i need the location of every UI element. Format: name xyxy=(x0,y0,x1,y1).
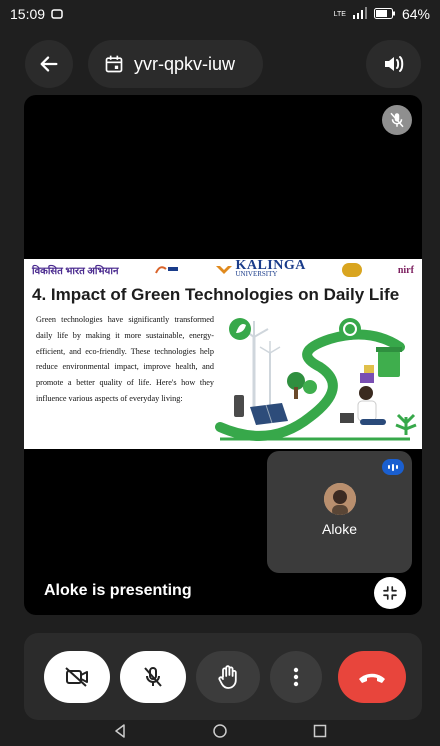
camera-off-icon xyxy=(65,667,88,687)
end-call-icon xyxy=(359,673,385,683)
logo-partner xyxy=(154,263,180,278)
nav-home-button[interactable] xyxy=(213,723,227,743)
call-controls xyxy=(24,633,422,720)
arrow-left-icon xyxy=(40,56,58,72)
raise-hand-icon xyxy=(218,665,237,689)
system-nav-bar xyxy=(0,720,440,746)
mic-off-icon xyxy=(144,667,162,687)
nav-recents-button[interactable] xyxy=(313,724,327,743)
slide-title: 4. Impact of Green Technologies on Daily… xyxy=(32,285,400,304)
network-badge: LTE xyxy=(333,10,346,18)
status-bar: 15:09 LTE 64% xyxy=(0,0,440,28)
audio-output-button[interactable] xyxy=(366,40,421,88)
calendar-icon xyxy=(105,55,123,73)
slide-body-text: Green technologies have significantly tr… xyxy=(36,315,214,403)
university-name: KALINGA xyxy=(235,258,306,273)
status-right: LTE 64% xyxy=(334,6,430,22)
shared-slide: विकसित भारत अभियान KALINGA UNIVERSITY ni… xyxy=(24,259,422,449)
avatar xyxy=(324,483,356,515)
notification-icon xyxy=(51,6,63,22)
back-button[interactable] xyxy=(25,40,73,88)
mic-off-icon xyxy=(390,112,404,128)
camera-toggle-button[interactable] xyxy=(44,651,110,703)
meeting-top-bar: yvr-qpkv-iuw xyxy=(0,35,440,91)
logo-emblem xyxy=(341,263,362,277)
meeting-info-button[interactable]: yvr-qpkv-iuw xyxy=(88,40,263,88)
logo-nirf: nirf xyxy=(397,264,414,276)
more-vert-icon xyxy=(293,667,299,687)
triangle-back-icon xyxy=(115,723,125,738)
status-left: 15:09 xyxy=(10,6,63,22)
presenter-muted-indicator xyxy=(382,105,412,135)
green-technology-illustration xyxy=(215,318,417,441)
raise-hand-button[interactable] xyxy=(196,651,260,703)
logo-viksit-bharat: विकसित भारत अभियान xyxy=(32,266,119,277)
presenting-label: Aloke is presenting xyxy=(44,582,192,599)
circle-home-icon xyxy=(213,723,227,738)
status-time: 15:09 xyxy=(10,6,46,22)
more-options-button[interactable] xyxy=(270,651,322,703)
university-sub: UNIVERSITY xyxy=(235,270,278,278)
meeting-code: yvr-qpkv-iuw xyxy=(134,53,236,74)
collapse-tile-button[interactable] xyxy=(374,577,406,609)
slide-logo-strip: विकसित भारत अभियान KALINGA UNIVERSITY ni… xyxy=(24,259,422,281)
square-recents-icon xyxy=(313,724,327,737)
collapse-icon xyxy=(383,586,397,600)
battery-percent: 64% xyxy=(401,6,430,22)
signal-icon xyxy=(352,6,368,22)
battery-icon xyxy=(373,6,396,22)
nav-back-button[interactable] xyxy=(113,723,127,743)
logo-kalinga: KALINGA UNIVERSITY xyxy=(216,258,306,279)
participant-name: Aloke xyxy=(321,521,358,537)
speaking-indicator xyxy=(382,459,404,475)
mic-toggle-button[interactable] xyxy=(120,651,186,703)
end-call-button[interactable] xyxy=(338,651,406,703)
self-view-tile[interactable]: Aloke xyxy=(267,451,412,573)
volume-icon xyxy=(384,56,403,72)
